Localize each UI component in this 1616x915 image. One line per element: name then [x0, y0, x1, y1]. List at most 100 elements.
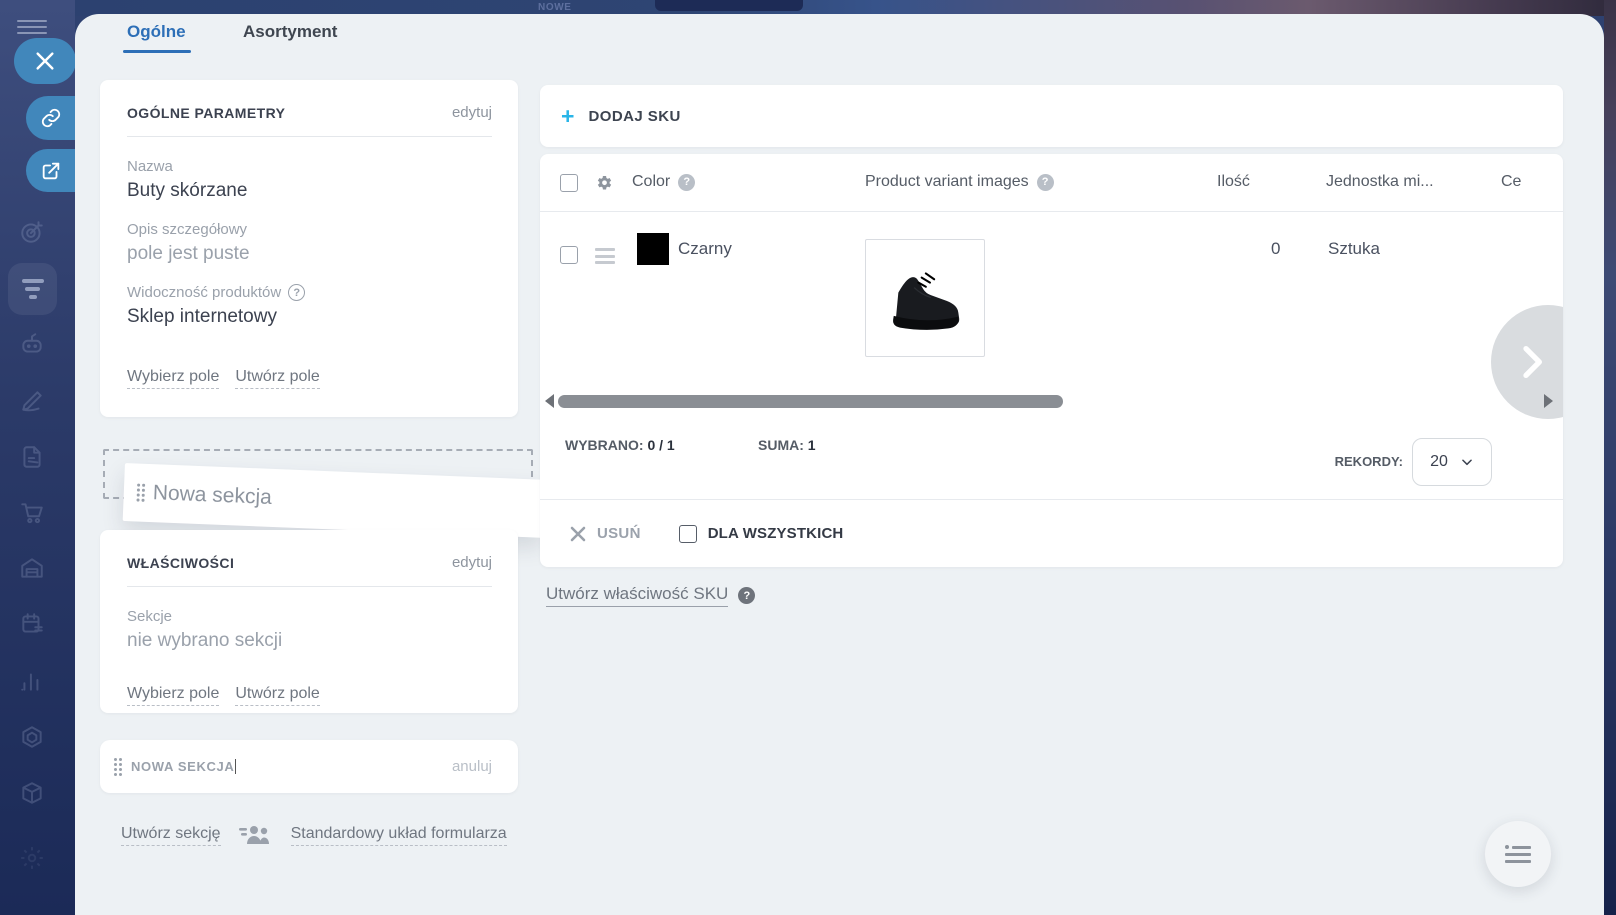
- field-value: pole jest puste: [127, 243, 305, 265]
- for-all-checkbox[interactable]: [679, 525, 697, 543]
- properties-card: WŁAŚCIWOŚCI edytuj Sekcje nie wybrano se…: [100, 530, 518, 713]
- sum-label: SUMA:: [758, 437, 804, 453]
- card-title: OGÓLNE PARAMETRY: [127, 105, 285, 121]
- background-nowe-label: NOWE: [538, 2, 572, 13]
- chevron-right-icon: [1511, 342, 1551, 382]
- table-footer: WYBRANO: 0 / 1 SUMA: 1 REKORDY: 20: [540, 414, 1563, 499]
- divider: [127, 136, 492, 137]
- delete-button[interactable]: USUŃ: [597, 525, 641, 542]
- tab-assortment[interactable]: Asortyment: [243, 22, 337, 42]
- target-icon[interactable]: [19, 219, 45, 245]
- help-icon[interactable]: ?: [1037, 174, 1054, 191]
- cart-icon[interactable]: [19, 500, 45, 526]
- columns-gear-icon[interactable]: [595, 174, 614, 193]
- column-header-qty[interactable]: Ilość: [1217, 173, 1250, 191]
- new-section-input-card[interactable]: NOWA SEKCJA anuluj: [100, 740, 518, 793]
- row-qty: 0: [1271, 239, 1280, 259]
- background-button: [655, 0, 803, 11]
- create-sku-property-link[interactable]: Utwórz właściwość SKU: [546, 584, 728, 607]
- settings-gear-icon[interactable]: [19, 845, 45, 871]
- link-icon: [40, 107, 62, 129]
- chevron-down-icon: [1460, 455, 1474, 469]
- hscroll-thumb[interactable]: [558, 395, 1063, 408]
- table-row: Czarny 0 Sztuka: [540, 212, 1563, 387]
- column-header-price[interactable]: Ce: [1501, 173, 1521, 191]
- select-field-link[interactable]: Wybierz pole: [127, 368, 219, 389]
- bar-chart-icon[interactable]: [19, 668, 45, 694]
- edit-link[interactable]: edytuj: [452, 554, 492, 571]
- scroll-left-arrow[interactable]: [545, 394, 554, 408]
- pencil-icon[interactable]: [19, 388, 45, 414]
- drag-handle-icon: [136, 484, 145, 502]
- create-section-link[interactable]: Utwórz sekcję: [121, 825, 221, 846]
- records-label: REKORDY:: [1335, 454, 1403, 469]
- column-header-color[interactable]: Color: [632, 173, 670, 191]
- calendar-icon[interactable]: [19, 611, 45, 637]
- bot-icon[interactable]: [19, 331, 45, 357]
- row-checkbox[interactable]: [560, 246, 578, 264]
- selected-value: 0 / 1: [647, 437, 674, 453]
- help-icon[interactable]: ?: [678, 174, 695, 191]
- sum-value: 1: [808, 437, 816, 453]
- table-actions: USUŃ DLA WSZYSTKICH: [540, 500, 1563, 567]
- filter-nav-item[interactable]: [8, 263, 57, 315]
- sidebar: [0, 0, 75, 915]
- warehouse-icon[interactable]: [19, 555, 45, 581]
- field-label: Sekcje: [127, 608, 282, 625]
- sku-table: Color ? Product variant images ? Ilość J…: [540, 154, 1563, 567]
- list-fab-button[interactable]: [1485, 821, 1551, 887]
- divider: [127, 586, 492, 587]
- horizontal-scrollbar: [540, 387, 1563, 414]
- tab-general[interactable]: Ogólne: [127, 22, 186, 42]
- shoe-image: [875, 249, 975, 347]
- general-parameters-card: OGÓLNE PARAMETRY edytuj Nazwa Buty skórz…: [100, 80, 518, 417]
- filter-icon: [22, 275, 44, 303]
- field-label: Opis szczegółowy: [127, 221, 305, 238]
- table-header: Color ? Product variant images ? Ilość J…: [540, 154, 1563, 212]
- column-header-unit[interactable]: Jednostka mi...: [1326, 173, 1434, 191]
- help-icon[interactable]: ?: [738, 587, 755, 604]
- records-per-page-select[interactable]: 20: [1412, 438, 1492, 486]
- product-modal: Ogólne Asortyment OGÓLNE PARAMETRY edytu…: [75, 14, 1604, 915]
- for-all-label: DLA WSZYSTKICH: [708, 525, 844, 542]
- help-icon[interactable]: ?: [288, 284, 305, 301]
- close-button[interactable]: [14, 38, 76, 84]
- standard-layout-link[interactable]: Standardowy układ formularza: [291, 825, 507, 846]
- color-swatch: [637, 233, 669, 265]
- add-sku-label: DODAJ SKU: [588, 108, 680, 125]
- link-button[interactable]: [26, 96, 76, 140]
- row-drag-handle-icon[interactable]: [595, 248, 615, 268]
- scroll-right-arrow[interactable]: [1544, 394, 1553, 408]
- product-variant-image[interactable]: [865, 239, 985, 357]
- cube-icon[interactable]: [19, 780, 45, 806]
- field-label: Widoczność produktów: [127, 284, 281, 301]
- open-external-button[interactable]: [26, 149, 76, 192]
- external-link-icon: [40, 160, 62, 182]
- create-field-link[interactable]: Utwórz pole: [235, 368, 319, 389]
- selected-label: WYBRANO:: [565, 437, 644, 453]
- field-label: Nazwa: [127, 158, 305, 175]
- edit-link[interactable]: edytuj: [452, 104, 492, 121]
- list-icon: [1505, 845, 1531, 863]
- menu-icon[interactable]: [17, 20, 47, 38]
- plus-icon: +: [561, 105, 574, 128]
- cancel-link[interactable]: anuluj: [452, 758, 492, 775]
- delete-x-icon: [570, 526, 586, 542]
- users-icon: [239, 824, 273, 846]
- tab-active-underline: [123, 50, 191, 53]
- dragged-card-label: Nowa sekcja: [152, 481, 272, 510]
- hexagon-icon[interactable]: [19, 724, 45, 750]
- field-value: Sklep internetowy: [127, 306, 305, 328]
- document-edit-icon[interactable]: [19, 444, 45, 470]
- new-section-input[interactable]: NOWA SEKCJA: [131, 759, 236, 774]
- close-icon: [34, 50, 56, 72]
- column-header-images[interactable]: Product variant images: [865, 173, 1029, 191]
- row-unit: Sztuka: [1328, 239, 1380, 259]
- drag-handle-icon[interactable]: [114, 758, 122, 776]
- create-field-link[interactable]: Utwórz pole: [235, 685, 319, 706]
- select-field-link[interactable]: Wybierz pole: [127, 685, 219, 706]
- field-value: Buty skórzane: [127, 180, 305, 202]
- add-sku-button[interactable]: + DODAJ SKU: [540, 85, 1563, 147]
- field-value: nie wybrano sekcji: [127, 630, 282, 652]
- select-all-checkbox[interactable]: [560, 174, 578, 192]
